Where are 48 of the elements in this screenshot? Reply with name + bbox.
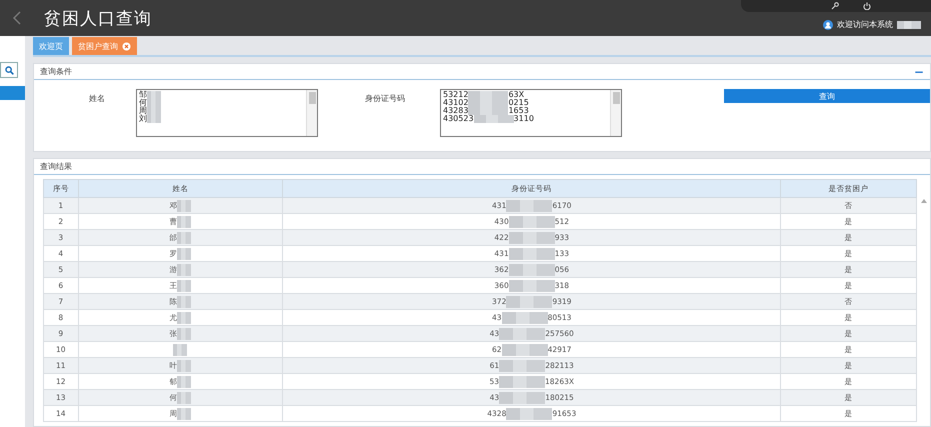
blur-patch: [177, 232, 192, 244]
blur-patch: [508, 248, 555, 260]
blur-patch: [177, 264, 192, 276]
blur-patch: [177, 280, 192, 292]
blur-patch: [177, 248, 192, 260]
blur-patch: [177, 376, 192, 388]
blur-patch: [502, 344, 548, 356]
blur-patch: [177, 216, 192, 228]
blur-patch: [499, 392, 546, 404]
welcome-text: 欢迎访问本系统: [837, 19, 893, 30]
scrollbar[interactable]: [306, 90, 317, 136]
blur-patch: [502, 312, 548, 324]
blur-patch: [506, 296, 552, 308]
blur-patch: [499, 360, 546, 372]
field-label: 身份证号码: [365, 93, 406, 104]
blur-patch: [506, 200, 552, 212]
panel-title: 查询条件: [40, 66, 72, 77]
name-input-field[interactable]: 邹 何 周 刘: [136, 89, 318, 137]
close-icon[interactable]: [122, 42, 131, 50]
search-icon: [4, 66, 14, 74]
page-title: 贫困人口查询: [44, 8, 152, 30]
blur-patch: [499, 376, 546, 388]
back-icon[interactable]: [12, 11, 22, 25]
blur-patch: [508, 216, 555, 228]
query-button[interactable]: 查询: [724, 89, 930, 103]
blur-patch: [177, 360, 192, 372]
blur-patch: [897, 20, 921, 28]
scrollbar[interactable]: [610, 90, 621, 136]
blur-patch: [177, 408, 192, 420]
field-label: 姓名: [89, 93, 106, 104]
collapse-button[interactable]: −: [914, 66, 924, 76]
blur-patch: [508, 264, 555, 276]
user-icon: [823, 20, 833, 30]
scroll-up-icon[interactable]: [920, 199, 927, 203]
blur-patch: [177, 328, 192, 340]
blur-patch: [173, 344, 188, 356]
blur-patch: [177, 312, 192, 324]
search-button[interactable]: [0, 62, 18, 78]
blur-patch: [508, 232, 555, 244]
blur-patch: [508, 280, 555, 292]
blur-patch: [177, 200, 192, 212]
id-input-field[interactable]: 53212 63X 43102 0215 43283 1653 430523 3110: [440, 89, 622, 137]
blur-patch: [177, 392, 192, 404]
blur-patch: [499, 328, 546, 340]
blur-patch: [506, 408, 552, 420]
power-icon[interactable]: [863, 2, 871, 10]
panel-title: 查询结果: [40, 161, 72, 172]
blur-patch: [177, 296, 192, 308]
